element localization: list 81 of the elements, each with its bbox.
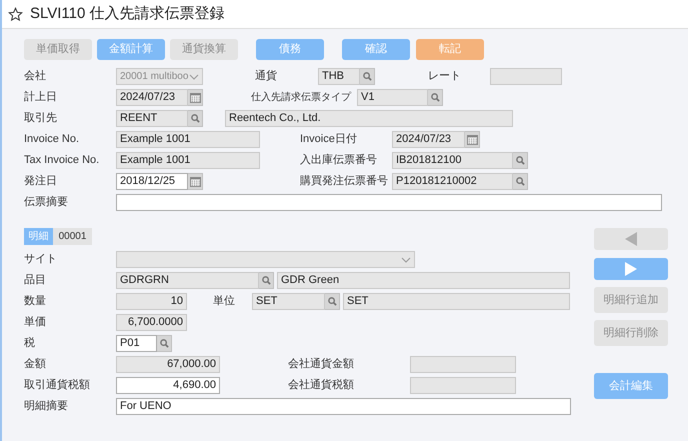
- field-label: 取引先: [24, 111, 58, 126]
- chevron-icon: [401, 256, 411, 262]
- field-label: Tax Invoice No.: [24, 153, 100, 168]
- search-icon: [328, 297, 336, 306]
- detail-tab[interactable]: 00001: [53, 228, 92, 245]
- input-field[interactable]: 2018/12/25: [116, 173, 188, 190]
- dropdown-field[interactable]: [116, 251, 415, 268]
- search-button[interactable]: [360, 68, 375, 85]
- field-label: 数量: [24, 294, 47, 310]
- input-field[interactable]: 10: [116, 293, 187, 310]
- field-label: 通貨: [255, 68, 278, 84]
- field-label: 購買発注伝票番号: [300, 174, 389, 190]
- field-label: サイト: [24, 252, 58, 268]
- search-icon: [160, 339, 168, 348]
- input-field[interactable]: GDR Green: [277, 272, 570, 289]
- field-label: 品目: [24, 273, 47, 288]
- search-icon: [430, 93, 440, 102]
- field-label: 計上日: [24, 90, 58, 106]
- left-triangle-icon: [625, 232, 637, 246]
- search-icon: [190, 114, 200, 123]
- input-field[interactable]: REENT: [116, 110, 188, 127]
- input-field[interactable]: 4,690.00: [116, 377, 220, 394]
- input-field[interactable]: [410, 377, 516, 394]
- search-button[interactable]: [325, 293, 340, 310]
- calendar-button[interactable]: [188, 173, 203, 190]
- input-field[interactable]: [116, 194, 662, 211]
- search-icon: [516, 177, 524, 186]
- next-button[interactable]: [594, 258, 668, 280]
- search-icon: [362, 72, 372, 81]
- search-button[interactable]: [188, 110, 203, 127]
- calendar-button[interactable]: [188, 89, 203, 106]
- input-field[interactable]: 67,000.00: [116, 356, 220, 373]
- search-icon: [262, 276, 270, 285]
- field-label: 発注日: [24, 174, 58, 190]
- field-label: 伝票摘要: [24, 194, 69, 210]
- field-label: Invoice No.: [24, 132, 80, 148]
- input-field[interactable]: 6,700.0000: [116, 314, 187, 331]
- field-label: 税: [24, 336, 36, 352]
- field-label: 単価: [24, 315, 47, 330]
- field-label: 会社: [24, 69, 47, 84]
- field-label: 明細摘要: [24, 398, 69, 414]
- input-field[interactable]: For UENO: [116, 398, 571, 415]
- input-field[interactable]: 2024/07/23: [116, 89, 188, 106]
- search-icon: [516, 156, 524, 165]
- search-button[interactable]: [428, 89, 443, 106]
- field-label: 会社通貨税額: [288, 378, 355, 394]
- field-label: 単位: [213, 294, 236, 310]
- field-label: Invoice日付: [300, 132, 358, 148]
- field-label: レート: [428, 69, 462, 84]
- calendar-icon: [190, 92, 200, 102]
- search-button[interactable]: [513, 152, 528, 169]
- calendar-icon: [190, 176, 200, 186]
- star-icon[interactable]: [8, 6, 23, 22]
- field-label: 入出庫伝票番号: [300, 152, 378, 168]
- input-field[interactable]: Example 1001: [116, 131, 260, 148]
- search-button[interactable]: [157, 335, 172, 352]
- input-field[interactable]: Reentech Co., Ltd.: [225, 110, 513, 127]
- input-field[interactable]: Example 1001: [116, 152, 260, 169]
- input-field[interactable]: GDRGRN: [116, 272, 259, 289]
- input-field[interactable]: SET: [252, 293, 325, 310]
- input-field[interactable]: THB: [318, 68, 360, 85]
- input-field[interactable]: 2024/07/23: [392, 131, 465, 148]
- input-field[interactable]: SET: [343, 293, 570, 310]
- field-label: 金額: [24, 356, 47, 372]
- input-field[interactable]: IB201812100: [392, 152, 513, 169]
- input-field[interactable]: [410, 356, 516, 373]
- input-field[interactable]: [490, 68, 562, 85]
- calendar-icon: [466, 134, 478, 144]
- field-label: 取引通貨税額: [24, 378, 91, 394]
- search-button[interactable]: [259, 272, 274, 289]
- calendar-button[interactable]: [465, 131, 480, 148]
- field-label: 仕入先請求伝票タイプ: [251, 90, 352, 105]
- search-button[interactable]: [513, 173, 528, 190]
- page-title: SLVI110 仕入先請求伝票登録: [30, 4, 224, 24]
- input-field[interactable]: P120181210002: [392, 173, 513, 190]
- input-field[interactable]: V1: [357, 89, 428, 106]
- field-label: 会社通貨金額: [288, 356, 355, 372]
- chevron-icon: [189, 74, 199, 80]
- previous-button[interactable]: [594, 228, 668, 250]
- input-field[interactable]: P01: [116, 335, 157, 352]
- right-triangle-icon: [625, 262, 637, 276]
